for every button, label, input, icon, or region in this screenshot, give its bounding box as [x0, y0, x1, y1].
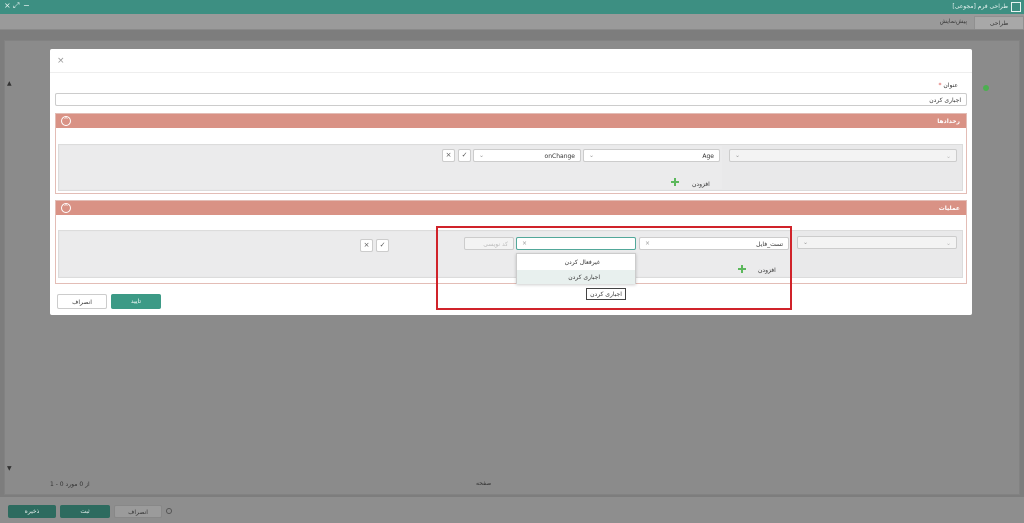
save-button[interactable]: ذخیره: [8, 505, 56, 518]
delete-icon[interactable]: ×: [442, 149, 455, 162]
divider: [50, 72, 972, 73]
actions-panel-title: عملیات: [938, 205, 960, 212]
footer-cancel-button[interactable]: انصراف: [114, 505, 162, 518]
tab-preview[interactable]: پیش‌نمایش: [940, 18, 967, 25]
pager-page-label: صفحه: [476, 480, 492, 487]
add-event-link[interactable]: افزودن: [692, 181, 710, 188]
chevron-down-icon: ⌄: [803, 239, 809, 246]
actions-panel-header[interactable]: ^ عملیات: [56, 201, 966, 215]
tab-bar: پیش‌نمایش طراحی: [0, 14, 1024, 30]
delete-icon[interactable]: ×: [360, 239, 373, 252]
chevron-down-icon: ⌄: [589, 152, 595, 159]
scroll-up-icon[interactable]: ▲: [7, 80, 12, 87]
submit-button[interactable]: ثبت: [60, 505, 110, 518]
chevron-down-icon: ⌄: [479, 152, 485, 159]
event-extra-select[interactable]: ⌄ ⌄: [729, 149, 957, 162]
title-label: * عنوان: [938, 82, 959, 89]
tab-design[interactable]: طراحی: [974, 16, 1024, 29]
title-input[interactable]: اجباری کردن: [55, 93, 967, 106]
window-titlebar: × ⤢ − طراحی فرم [مجوعی]: [0, 0, 1024, 14]
action-extra-select[interactable]: ⌄ ⌄: [797, 236, 957, 249]
events-panel-header[interactable]: ^ رخدادها: [56, 114, 966, 128]
app-icon: [1011, 2, 1021, 12]
event-type-select[interactable]: ⌄ onChange: [473, 149, 581, 162]
annotation-highlight: [436, 226, 792, 310]
cancel-button[interactable]: انصراف: [57, 294, 107, 309]
event-field-value: Age: [702, 153, 714, 160]
collapse-icon[interactable]: ^: [61, 116, 71, 126]
chevron-down-icon: ⌄: [945, 240, 951, 247]
pager-info: 1 - 0 از 0 مورد: [50, 481, 90, 488]
confirm-icon[interactable]: ✓: [458, 149, 471, 162]
window-title: طراحی فرم [مجوعی]: [952, 3, 1008, 10]
minimize-icon[interactable]: −: [23, 1, 30, 10]
close-icon[interactable]: ×: [57, 56, 65, 66]
status-dot: [983, 85, 989, 91]
plus-icon[interactable]: [671, 178, 679, 186]
chevron-down-icon: ⌄: [735, 152, 741, 159]
scroll-down-icon[interactable]: ▼: [7, 465, 12, 472]
events-panel-title: رخدادها: [937, 118, 960, 125]
event-field-select[interactable]: ⌄ Age: [583, 149, 720, 162]
radio-icon[interactable]: [166, 508, 172, 514]
ok-button[interactable]: تایید: [111, 294, 161, 309]
event-type-value: onChange: [544, 153, 575, 160]
collapse-icon[interactable]: ^: [61, 203, 71, 213]
maximize-icon[interactable]: ⤢: [13, 1, 19, 11]
close-icon[interactable]: ×: [4, 1, 11, 10]
chevron-down-icon: ⌄: [945, 153, 951, 160]
confirm-icon[interactable]: ✓: [376, 239, 389, 252]
